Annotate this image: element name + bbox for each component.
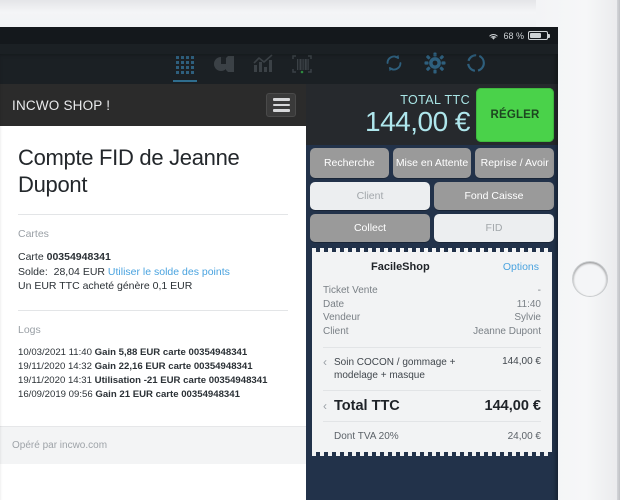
card-details: Carte 00354948341 Solde: 28,04 EUR Utili…: [18, 250, 288, 294]
log-timestamp: 16/09/2019 09:56: [18, 388, 93, 400]
home-button[interactable]: [573, 262, 607, 296]
web-panel: INCWO SHOP ! Compte FID de Jeanne Dupont…: [0, 84, 306, 500]
line-item-amount: 144,00 €: [502, 356, 541, 367]
meta-value: Jeanne Dupont: [473, 325, 541, 337]
meta-value: Sylvie: [514, 312, 541, 323]
meta-row: Vendeur Sylvie: [323, 311, 541, 325]
log-entry: 10/03/2021 11:40 Gain 5,88 EUR carte 003…: [18, 346, 288, 360]
receipt-total-amount: 144,00 €: [484, 398, 541, 414]
divider: [18, 309, 288, 311]
log-entry: 19/11/2020 14:32 Gain 22,16 EUR carte 00…: [18, 360, 288, 374]
logs-section-label: Logs: [18, 323, 41, 336]
device-bezel-top: [0, 0, 620, 27]
log-detail: Utilisation -21 EUR carte 00354948341: [94, 374, 268, 386]
hold-button[interactable]: Mise en Attente: [392, 148, 472, 178]
pos-action-buttons: Recherche Mise en Attente Reprise / Avoi…: [306, 145, 558, 248]
meta-label: Ticket Vente: [323, 285, 378, 296]
meta-label: Date: [323, 298, 345, 310]
log-timestamp: 19/11/2020 14:32: [18, 360, 92, 372]
barcode-scan-icon[interactable]: [289, 51, 315, 77]
log-entry: 16/09/2019 09:56 Gain 21 EUR carte 00354…: [18, 388, 288, 402]
card-number-row: Carte 00354948341: [18, 250, 288, 265]
receipt-line-item[interactable]: ‹ Soin COCON / gommage + modelage + masq…: [323, 348, 541, 391]
site-header: INCWO SHOP !: [0, 84, 306, 126]
cash-fund-button[interactable]: Fond Caisse: [434, 182, 554, 210]
log-entry: 19/11/2020 14:31 Utilisation -21 EUR car…: [18, 374, 288, 388]
wifi-icon: [488, 32, 499, 41]
client-button[interactable]: Client: [310, 182, 430, 210]
log-detail: Gain 21 EUR carte 00354948341: [95, 388, 240, 400]
card-number: 00354948341: [46, 251, 111, 263]
web-panel-body: Compte FID de Jeanne Dupont Cartes Carte…: [0, 126, 306, 464]
chevron-left-icon: ‹: [323, 398, 327, 413]
tva-label: Dont TVA 20%: [334, 431, 399, 442]
meta-value: 11:40: [516, 298, 541, 310]
hamburger-menu-icon[interactable]: [266, 93, 296, 117]
receipt-tva-row: Dont TVA 20% 24,00 €: [323, 422, 541, 446]
fid-button[interactable]: FID: [434, 214, 554, 242]
shop-name: FacileShop: [371, 261, 430, 273]
refresh-sync-icon[interactable]: [382, 51, 408, 77]
site-title: INCWO SHOP !: [12, 97, 111, 113]
card-rate-note: Un EUR TTC acheté génère 0,1 EUR: [18, 280, 193, 292]
settle-button[interactable]: RÉGLER: [476, 88, 554, 142]
pie-report-icon[interactable]: [211, 51, 237, 77]
line-item-name: Soin COCON / gommage + modelage + masque: [334, 357, 456, 381]
battery-icon: [528, 31, 550, 40]
chevron-left-icon: ‹: [323, 355, 327, 369]
meta-row: Ticket Vente -: [323, 284, 541, 298]
gear-settings-icon[interactable]: [423, 51, 449, 77]
balance-value: 28,04 EUR: [53, 265, 105, 278]
battery-percent-label: 68 %: [503, 30, 524, 41]
ios-status-bar: 68 %: [0, 27, 558, 44]
app-toolbar: [0, 44, 558, 84]
grid-apps-icon[interactable]: [172, 51, 198, 82]
total-bar: TOTAL TTC 144,00 € RÉGLER: [306, 84, 558, 145]
total-amount: 144,00 €: [365, 106, 471, 137]
device-screen: 68 % INCWO SHOP ! Compte FID de Jeanne D…: [0, 27, 558, 500]
pos-panel: TOTAL TTC 144,00 € RÉGLER Recherche Mise…: [306, 84, 558, 500]
footer-credit: Opéré par incwo.com: [12, 440, 108, 451]
options-link[interactable]: Options: [503, 261, 539, 273]
collect-button[interactable]: Collect: [310, 214, 430, 242]
log-detail: Gain 22,16 EUR carte 00354948341: [94, 360, 253, 372]
receipt-meta: Ticket Vente - Date 11:40 Vendeur Sylvie…: [323, 284, 541, 338]
receipt-ticket: FacileShop Options Ticket Vente - Date 1…: [312, 248, 552, 456]
log-detail: Gain 5,88 EUR carte 00354948341: [94, 346, 248, 358]
bar-chart-icon[interactable]: [250, 51, 276, 77]
meta-value: -: [537, 285, 541, 296]
ipad-device-frame: 68 % INCWO SHOP ! Compte FID de Jeanne D…: [0, 0, 620, 500]
receipt-total-row[interactable]: ‹ Total TTC 144,00 €: [323, 391, 541, 422]
search-button[interactable]: Recherche: [310, 148, 389, 178]
divider: [18, 214, 288, 215]
meta-label: Client: [323, 325, 349, 337]
card-balance-row: Solde: 28,04 EUR Utiliser le solde des p…: [18, 265, 288, 280]
return-credit-button[interactable]: Reprise / Avoir: [475, 148, 555, 178]
meta-row: Date 11:40: [323, 298, 541, 312]
meta-label: Vendeur: [323, 312, 361, 323]
loading-ring-icon[interactable]: [464, 51, 490, 77]
meta-row: Client Jeanne Dupont: [323, 325, 541, 339]
balance-label: Solde:: [18, 265, 48, 278]
receipt-header: FacileShop Options: [323, 261, 541, 273]
card-label: Carte: [18, 251, 44, 263]
web-panel-footer: Opéré par incwo.com: [0, 426, 306, 464]
log-timestamp: 19/11/2020 14:31: [18, 374, 92, 386]
use-points-link[interactable]: Utiliser le solde des points: [108, 266, 230, 278]
tva-amount: 24,00 €: [507, 431, 541, 442]
total-label: TOTAL TTC: [400, 93, 470, 107]
receipt-total-label: Total TTC: [334, 398, 400, 414]
cards-section-label: Cartes: [18, 228, 49, 240]
log-timestamp: 10/03/2021 11:40: [18, 346, 92, 358]
logs-list: 10/03/2021 11:40 Gain 5,88 EUR carte 003…: [18, 346, 288, 402]
page-title: Compte FID de Jeanne Dupont: [18, 145, 240, 197]
